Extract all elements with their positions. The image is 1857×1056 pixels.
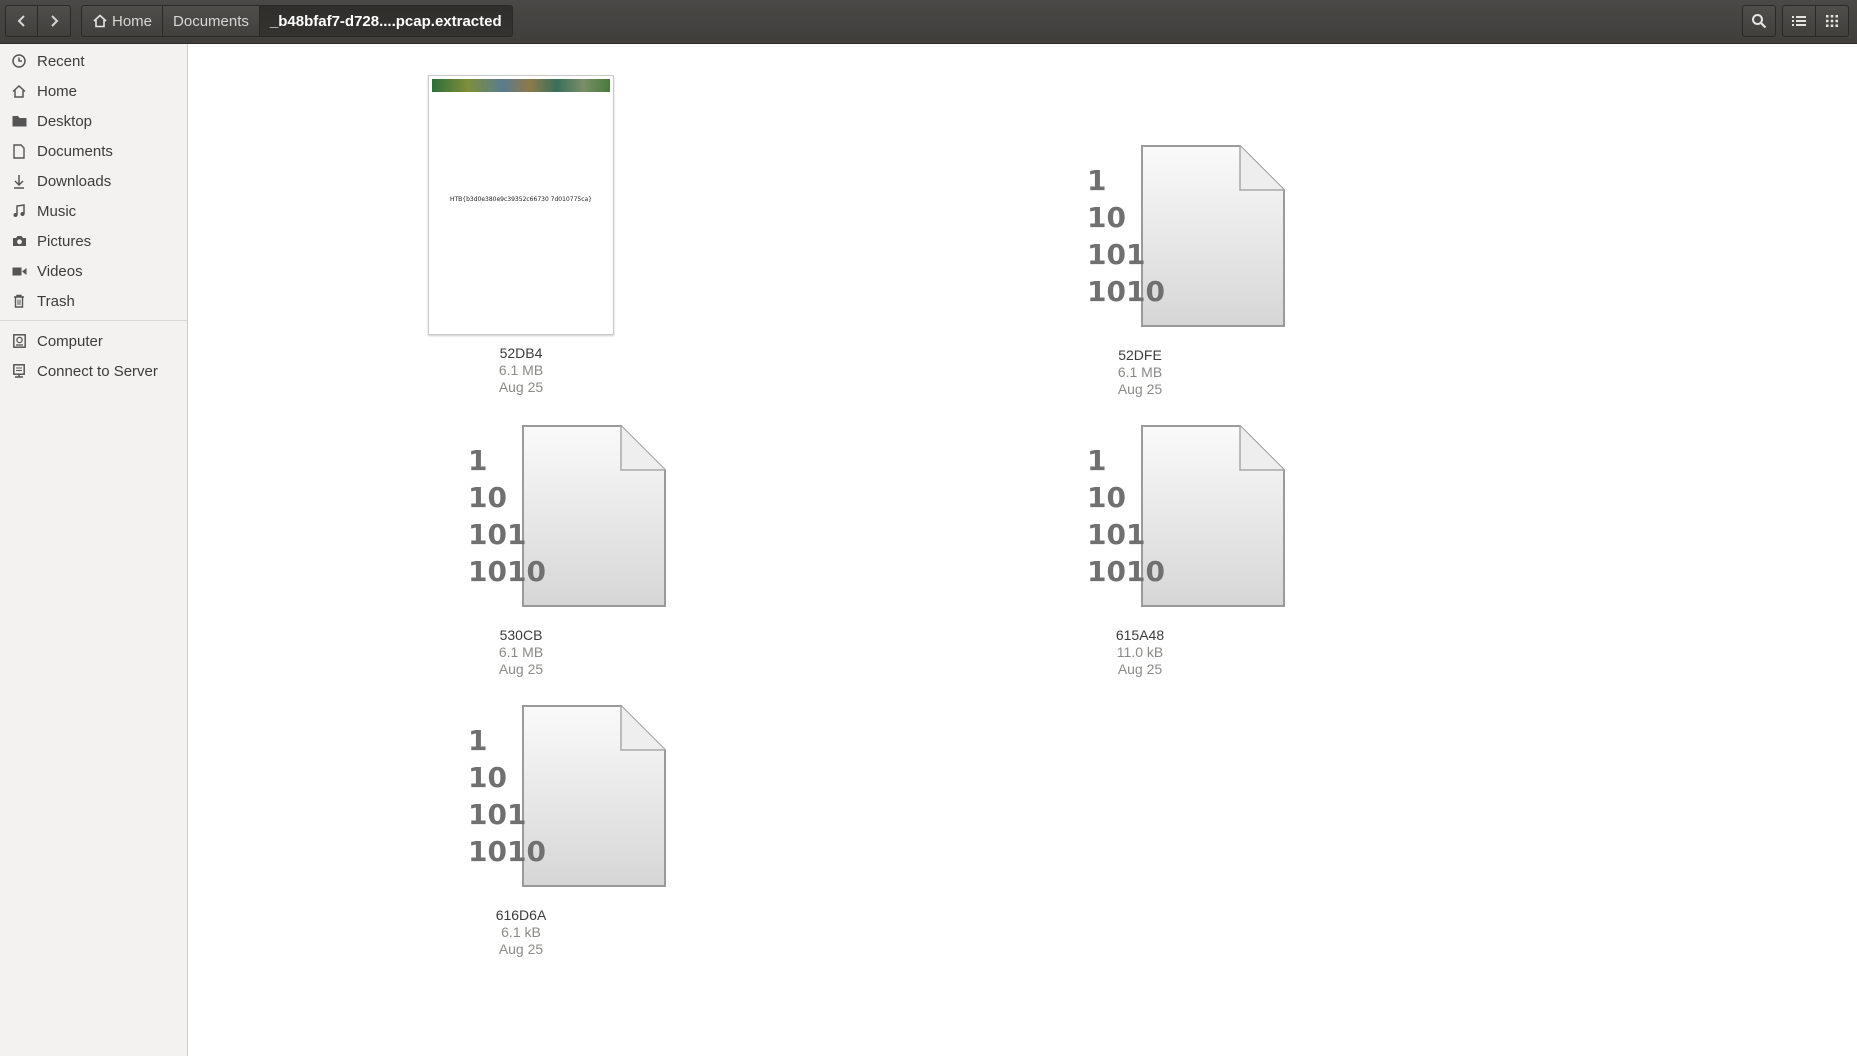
home-icon xyxy=(92,14,108,28)
file-date: Aug 25 xyxy=(1117,381,1163,397)
file-grid: HTB{b3d0e380e9c39352c66730 7d010775ca} 5… xyxy=(193,44,1857,1056)
folder-icon xyxy=(11,113,27,129)
places-sidebar: Recent Home Desktop Documents Downloads … xyxy=(0,44,188,1056)
document-icon xyxy=(11,143,27,159)
sidebar-separator xyxy=(0,320,187,321)
sidebar-item-computer[interactable]: Computer xyxy=(0,326,187,356)
file-name: 52DB4 xyxy=(499,345,543,361)
trash-icon xyxy=(11,293,27,309)
image-thumbnail: HTB{b3d0e380e9c39352c66730 7d010775ca} xyxy=(428,75,614,337)
list-view-icon xyxy=(1792,16,1806,26)
sidebar-item-label: Computer xyxy=(37,332,103,350)
sidebar-item-label: Recent xyxy=(37,52,85,70)
thumbnail-color-strip xyxy=(432,79,610,92)
chevron-left-icon xyxy=(17,15,25,27)
binary-file-icon: 1 10 101 1010 xyxy=(448,704,666,888)
file-name: 530CB xyxy=(499,627,543,643)
sidebar-item-home[interactable]: Home xyxy=(0,76,187,106)
file-size: 11.0 kB xyxy=(1116,644,1164,660)
grid-view-button[interactable] xyxy=(1815,5,1849,37)
thumbnail-frame: HTB{b3d0e380e9c39352c66730 7d010775ca} xyxy=(428,75,614,335)
chevron-right-icon xyxy=(51,15,59,27)
sidebar-item-label: Videos xyxy=(37,262,83,280)
file-size: 6.1 MB xyxy=(1117,364,1163,380)
file-item-615A48[interactable]: 1 10 101 1010 615A48 11.0 kB Aug 25 xyxy=(1020,424,1285,678)
file-date: Aug 25 xyxy=(498,661,544,677)
binary-file-icon: 1 10 101 1010 xyxy=(448,424,666,608)
forward-button[interactable] xyxy=(38,5,71,37)
search-icon xyxy=(1752,14,1767,29)
binary-file-icon: 1 10 101 1010 xyxy=(1067,424,1285,608)
file-item-530CB[interactable]: 1 10 101 1010 530CB 6.1 MB Aug 25 xyxy=(401,424,666,678)
computer-icon xyxy=(11,333,27,349)
header-bar: Home Documents _b48bfaf7-d728....pcap.ex… xyxy=(0,0,1857,44)
sidebar-item-label: Downloads xyxy=(37,172,112,190)
file-size: 6.1 MB xyxy=(498,362,544,378)
sidebar-item-label: Desktop xyxy=(37,112,93,130)
sidebar-item-label: Home xyxy=(37,82,78,100)
breadcrumb-documents[interactable]: Documents xyxy=(163,5,260,37)
grid-view-icon xyxy=(1826,15,1838,27)
back-button[interactable] xyxy=(5,5,38,37)
server-icon xyxy=(11,363,27,379)
binary-file-icon: 1 10 101 1010 xyxy=(1067,144,1285,328)
breadcrumb-label: _b48bfaf7-d728....pcap.extracted xyxy=(269,12,502,30)
file-item-52DB4[interactable]: HTB{b3d0e380e9c39352c66730 7d010775ca} 5… xyxy=(401,75,641,396)
camera-icon xyxy=(11,233,27,249)
file-size: 6.1 MB xyxy=(498,644,544,660)
breadcrumb: Home Documents _b48bfaf7-d728....pcap.ex… xyxy=(81,5,513,37)
file-date: Aug 25 xyxy=(498,941,544,957)
sidebar-item-desktop[interactable]: Desktop xyxy=(0,106,187,136)
download-icon xyxy=(11,173,27,189)
file-name: 52DFE xyxy=(1118,347,1162,363)
file-item-52DFE[interactable]: 1 10 101 1010 52DFE 6.1 MB Aug 25 xyxy=(1020,144,1285,398)
home-icon xyxy=(11,83,27,99)
sidebar-item-recent[interactable]: Recent xyxy=(0,46,187,76)
sidebar-item-label: Pictures xyxy=(37,232,92,250)
clock-icon xyxy=(11,53,27,69)
breadcrumb-current-folder[interactable]: _b48bfaf7-d728....pcap.extracted xyxy=(259,5,513,37)
sidebar-item-connect-to-server[interactable]: Connect to Server xyxy=(0,356,187,386)
sidebar-item-videos[interactable]: Videos xyxy=(0,256,187,286)
file-name: 615A48 xyxy=(1115,627,1165,643)
video-icon xyxy=(11,263,27,279)
search-button[interactable] xyxy=(1742,5,1776,37)
thumbnail-text: HTB{b3d0e380e9c39352c66730 7d010775ca} xyxy=(449,196,593,203)
music-icon xyxy=(11,203,27,219)
file-name: 616D6A xyxy=(495,907,547,923)
binary-digits: 1 10 101 1010 xyxy=(1087,164,1165,308)
file-item-616D6A[interactable]: 1 10 101 1010 616D6A 6.1 kB Aug 25 xyxy=(401,704,666,958)
sidebar-item-downloads[interactable]: Downloads xyxy=(0,166,187,196)
breadcrumb-label: Home xyxy=(112,12,153,30)
sidebar-item-label: Music xyxy=(37,202,77,220)
breadcrumb-label: Documents xyxy=(173,12,249,30)
list-view-button[interactable] xyxy=(1782,5,1816,37)
file-date: Aug 25 xyxy=(498,379,544,395)
sidebar-item-pictures[interactable]: Pictures xyxy=(0,226,187,256)
binary-digits: 1 10 101 1010 xyxy=(1087,444,1165,588)
sidebar-item-label: Documents xyxy=(37,142,113,160)
sidebar-item-label: Trash xyxy=(37,292,75,310)
sidebar-item-trash[interactable]: Trash xyxy=(0,286,187,316)
breadcrumb-home[interactable]: Home xyxy=(81,5,164,37)
navigation-buttons xyxy=(5,5,72,37)
file-size: 6.1 kB xyxy=(501,924,541,940)
sidebar-item-documents[interactable]: Documents xyxy=(0,136,187,166)
file-date: Aug 25 xyxy=(1117,661,1163,677)
sidebar-item-label: Connect to Server xyxy=(37,362,158,380)
binary-digits: 1 10 101 1010 xyxy=(468,444,546,588)
binary-digits: 1 10 101 1010 xyxy=(468,724,546,868)
sidebar-item-music[interactable]: Music xyxy=(0,196,187,226)
